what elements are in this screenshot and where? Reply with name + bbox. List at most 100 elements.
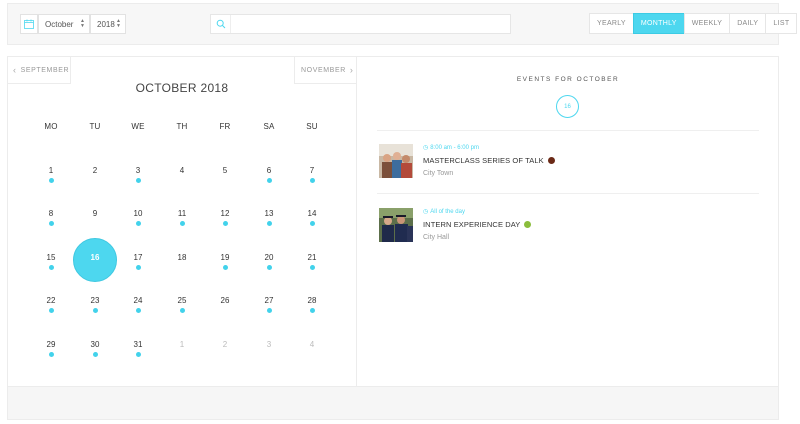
calendar-day[interactable]: 13: [254, 209, 284, 218]
group-photo-icon: [379, 144, 413, 178]
event-indicator-dot: [222, 265, 228, 270]
chevron-left-icon: ‹: [13, 65, 17, 75]
clock-icon: ◷: [423, 145, 429, 151]
event-title-label: INTERN EXPERIENCE DAY: [423, 220, 521, 229]
calendar-day[interactable]: 21: [297, 253, 327, 262]
event-indicator-dot: [309, 308, 315, 313]
calendar-day[interactable]: 18: [167, 253, 197, 262]
panel-divider: [356, 57, 357, 386]
event-indicator-dot: [48, 221, 54, 226]
weekday-label: FR: [219, 122, 231, 131]
calendar-day[interactable]: 17: [123, 253, 153, 262]
weekday-label: WE: [131, 122, 145, 131]
prev-month-label: SEPTEMBER: [20, 66, 70, 74]
prev-month-button[interactable]: ‹ SEPTEMBER: [8, 57, 71, 84]
calendar-day[interactable]: 22: [36, 296, 66, 305]
events-divider: [377, 130, 759, 131]
calendar-icon[interactable]: [20, 14, 38, 34]
calendar-day[interactable]: 27: [254, 296, 284, 305]
calendar-panel: ‹ SEPTEMBER NOVEMBER › OCTOBER 2018 MO TU…: [7, 56, 779, 387]
event-color-dot: [524, 221, 532, 228]
year-select-value: 2018: [97, 19, 115, 29]
calendar-day[interactable]: 1: [167, 340, 197, 349]
search-input[interactable]: [232, 15, 510, 33]
event-indicator-dot: [48, 265, 54, 270]
calendar-day[interactable]: 1: [36, 166, 66, 175]
weekday-label: SA: [263, 122, 275, 131]
calendar-day[interactable]: 28: [297, 296, 327, 305]
event-item[interactable]: ◷ 8:00 am - 6:00 pm MASTERCLASS SERIES O…: [377, 144, 759, 184]
calendar-day[interactable]: 15: [36, 253, 66, 262]
year-select[interactable]: 2018 ▲ ▼: [90, 14, 126, 34]
month-select-value: October: [45, 19, 74, 29]
calendar-day[interactable]: 25: [167, 296, 197, 305]
calendar-day[interactable]: 3: [254, 340, 284, 349]
weekday-label: TH: [176, 122, 188, 131]
event-indicator-dot: [135, 308, 141, 313]
event-indicator-dot: [179, 221, 185, 226]
select-arrows-icon: ▲ ▼: [80, 18, 85, 29]
clock-icon: ◷: [423, 209, 429, 215]
event-indicator-dot: [135, 265, 141, 270]
calendar-day[interactable]: 10: [123, 209, 153, 218]
event-indicator-dot: [48, 308, 54, 313]
view-switcher: YEARLY MONTHLY WEEKLY DAILY LIST: [589, 13, 798, 34]
search-icon[interactable]: [211, 15, 231, 33]
footer-bar: [7, 387, 779, 420]
view-list-button[interactable]: LIST: [765, 13, 798, 34]
event-indicator-dot: [48, 352, 54, 357]
calendar-day[interactable]: 5: [210, 166, 240, 175]
view-yearly-button[interactable]: YEARLY: [589, 13, 634, 34]
calendar-day[interactable]: 26: [210, 296, 240, 305]
event-indicator-dot: [309, 265, 315, 270]
calendar-day-selected[interactable]: 16: [80, 253, 110, 262]
calendar-day[interactable]: 6: [254, 166, 284, 175]
calendar-day[interactable]: 2: [80, 166, 110, 175]
event-item[interactable]: ◷ All of the day INTERN EXPERIENCE DAY C…: [377, 208, 759, 248]
calendar-day[interactable]: 3: [123, 166, 153, 175]
calendar-day[interactable]: 11: [167, 209, 197, 218]
event-indicator-dot: [222, 221, 228, 226]
calendar-day[interactable]: 20: [254, 253, 284, 262]
next-month-button[interactable]: NOVEMBER ›: [294, 57, 356, 84]
calendar-day[interactable]: 12: [210, 209, 240, 218]
event-indicator-dot: [309, 178, 315, 183]
event-time: ◷ All of the day: [423, 208, 465, 216]
calendar-day[interactable]: 8: [36, 209, 66, 218]
view-weekly-button[interactable]: WEEKLY: [683, 13, 731, 34]
calendar-day[interactable]: 30: [80, 340, 110, 349]
event-title[interactable]: INTERN EXPERIENCE DAY: [423, 220, 532, 229]
event-title-label: MASTERCLASS SERIES OF TALK: [423, 156, 544, 165]
event-location: City Town: [423, 170, 454, 177]
event-time: ◷ 8:00 am - 6:00 pm: [423, 144, 479, 152]
graduates-photo-icon: [379, 208, 413, 242]
view-monthly-button[interactable]: MONTHLY: [632, 13, 685, 34]
calendar-day[interactable]: 29: [36, 340, 66, 349]
events-divider: [377, 193, 759, 194]
calendar-day[interactable]: 23: [80, 296, 110, 305]
calendar-day[interactable]: 14: [297, 209, 327, 218]
weekday-label: SU: [306, 122, 318, 131]
event-indicator-dot: [266, 308, 272, 313]
event-indicator-dot: [135, 178, 141, 183]
event-indicator-dot: [266, 221, 272, 226]
event-color-dot: [547, 157, 555, 164]
month-select[interactable]: October ▲ ▼: [38, 14, 90, 34]
selected-day-badge: 16: [556, 95, 579, 118]
event-title[interactable]: MASTERCLASS SERIES OF TALK: [423, 156, 555, 165]
calendar-toolbar: October ▲ ▼ 2018 ▲ ▼ YEARLY MONTHLY WEEKLY…: [7, 3, 798, 45]
calendar-day[interactable]: 9: [80, 209, 110, 218]
calendar-day[interactable]: 2: [210, 340, 240, 349]
event-location: City Hall: [423, 234, 450, 241]
next-month-label: NOVEMBER: [301, 66, 346, 74]
calendar-day[interactable]: 7: [297, 166, 327, 175]
calendar-day[interactable]: 19: [210, 253, 240, 262]
calendar-day[interactable]: 24: [123, 296, 153, 305]
search-box: [210, 14, 511, 34]
event-indicator-dot: [179, 308, 185, 313]
calendar-day[interactable]: 4: [297, 340, 327, 349]
view-daily-button[interactable]: DAILY: [729, 13, 767, 34]
select-arrows-icon: ▲ ▼: [116, 18, 121, 29]
calendar-day[interactable]: 31: [123, 340, 153, 349]
calendar-day[interactable]: 4: [167, 166, 197, 175]
